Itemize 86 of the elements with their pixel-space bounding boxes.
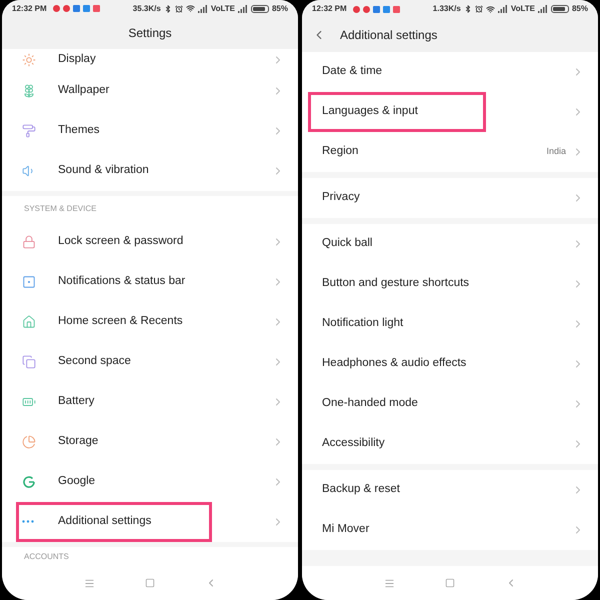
- item-label: Display: [58, 52, 96, 68]
- settings-item[interactable]: Notifications & status bar: [2, 262, 298, 302]
- item-label: Wallpaper: [58, 83, 110, 98]
- alarm-icon: [474, 5, 483, 13]
- item-label: Quick ball: [322, 236, 372, 252]
- battery-icon: [250, 4, 269, 13]
- settings-item[interactable]: Battery: [2, 382, 298, 422]
- settings-item[interactable]: Headphones & audio effects: [302, 344, 598, 384]
- g-logo-icon: [22, 474, 36, 489]
- signal-icon: [198, 4, 208, 13]
- menu-icon[interactable]: [84, 578, 94, 589]
- item-label: Google: [58, 474, 96, 490]
- item-label: Additional settings: [58, 514, 152, 530]
- settings-item[interactable]: Storage: [2, 422, 298, 462]
- item-label: Region: [322, 144, 358, 160]
- settings-item[interactable]: Google: [2, 462, 298, 502]
- settings-item[interactable]: Second space: [2, 342, 298, 382]
- settings-item[interactable]: Wallpaper: [2, 70, 298, 111]
- sun-icon: [22, 52, 36, 67]
- settings-item[interactable]: Themes: [2, 110, 298, 151]
- paint-roller-icon: [22, 124, 36, 138]
- lock-icon: [22, 234, 36, 249]
- settings-item[interactable]: Additional settings: [2, 502, 298, 542]
- item-label: Backup & reset: [322, 482, 400, 498]
- item-label: Button and gesture shortcuts: [322, 276, 470, 292]
- item-label: Home screen & Recents: [58, 314, 183, 330]
- bluetooth-icon: [164, 4, 172, 13]
- screen-title: Settings: [128, 25, 172, 42]
- item-label: Headphones & audio effects: [322, 356, 466, 372]
- item-label: Notifications & status bar: [58, 274, 186, 290]
- settings-item[interactable]: Mi Mover: [302, 510, 598, 550]
- settings-item[interactable]: Home screen & Recents: [2, 302, 298, 342]
- section-heading: ACCOUNTS: [24, 550, 69, 563]
- settings-item[interactable]: Button and gesture shortcuts: [302, 264, 598, 304]
- network-speed: 1.33K/s: [432, 3, 461, 15]
- item-label: Notification light: [322, 316, 404, 332]
- settings-item[interactable]: Languages & input: [302, 92, 598, 132]
- item-label: Privacy: [322, 190, 360, 206]
- pie-chart-icon: [22, 434, 36, 449]
- signal-icon: [538, 5, 548, 13]
- item-label: Languages & input: [322, 104, 418, 120]
- item-value: India: [546, 145, 566, 158]
- settings-item[interactable]: Privacy: [302, 178, 598, 218]
- battery-icon: [550, 5, 569, 13]
- item-label: Date & time: [322, 64, 382, 80]
- home-button-icon[interactable]: [144, 578, 154, 588]
- wifi-icon: [186, 4, 195, 14]
- item-label: Themes: [58, 123, 100, 138]
- settings-item[interactable]: Notification light: [302, 304, 598, 344]
- network-type: VoLTE: [210, 2, 235, 15]
- house-icon: [22, 314, 36, 329]
- wifi-icon: [486, 4, 495, 14]
- dots-icon: [22, 520, 34, 524]
- settings-item[interactable]: Date & time: [302, 52, 598, 92]
- signal-icon: [238, 4, 248, 13]
- home-button-icon[interactable]: [444, 578, 454, 588]
- item-label: Mi Mover: [322, 522, 370, 538]
- item-label: Sound & vibration: [58, 163, 149, 178]
- menu-icon[interactable]: [384, 578, 394, 588]
- copy-icon: [22, 354, 36, 369]
- network-type: VoLTE: [510, 3, 535, 15]
- settings-item[interactable]: Display: [2, 48, 298, 71]
- item-label: Accessibility: [322, 436, 385, 452]
- item-label: Second space: [58, 354, 131, 370]
- status-time: 12:32 PM: [12, 2, 47, 15]
- battery-percentage: 85%: [572, 3, 588, 15]
- settings-item[interactable]: Lock screen & password: [2, 222, 298, 262]
- battery-percentage: 85%: [272, 2, 288, 15]
- bluetooth-icon: [464, 5, 472, 13]
- settings-item[interactable]: Sound & vibration: [2, 150, 298, 191]
- item-label: One-handed mode: [322, 396, 418, 412]
- item-label: Lock screen & password: [58, 234, 184, 250]
- settings-item[interactable]: Backup & reset: [302, 470, 598, 510]
- alarm-icon: [174, 4, 183, 13]
- settings-item[interactable]: Quick ball: [302, 224, 598, 264]
- item-label: Battery: [58, 394, 94, 410]
- settings-item[interactable]: One-handed mode: [302, 384, 598, 424]
- settings-item[interactable]: Region India: [302, 132, 598, 172]
- status-time: 12:32 PM: [312, 3, 347, 15]
- flower-icon: [22, 84, 36, 98]
- screen-title: Additional settings: [340, 27, 438, 44]
- settings-item[interactable]: Accessibility: [302, 424, 598, 464]
- network-speed: 35.3K/s: [132, 2, 161, 15]
- section-heading: SYSTEM & DEVICE: [24, 202, 96, 215]
- signal-icon: [498, 5, 508, 13]
- item-label: Storage: [58, 434, 98, 450]
